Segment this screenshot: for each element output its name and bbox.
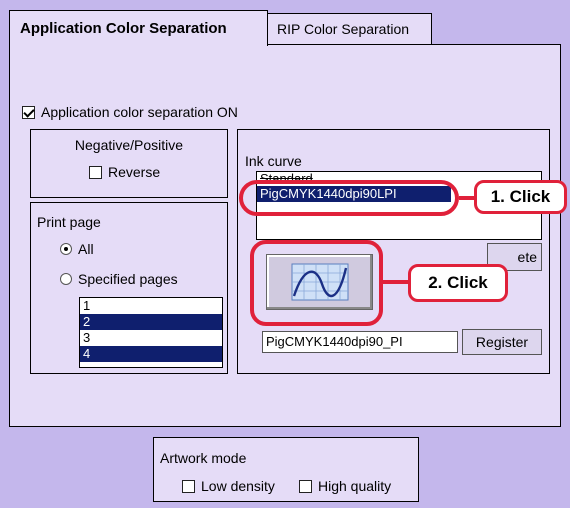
low-density-row: Low density bbox=[182, 478, 275, 494]
tab-label: RIP Color Separation bbox=[277, 21, 410, 37]
high-quality-label: High quality bbox=[318, 478, 392, 494]
artwork-mode-title: Artwork mode bbox=[160, 450, 247, 466]
reverse-checkbox[interactable] bbox=[89, 165, 102, 179]
high-quality-row: High quality bbox=[299, 478, 391, 494]
tab-application-color-separation[interactable]: Application Color Separation bbox=[9, 10, 268, 46]
separation-on-label: Application color separation ON bbox=[41, 104, 238, 120]
reverse-label: Reverse bbox=[108, 164, 161, 180]
specified-radio-row: Specified pages bbox=[60, 271, 178, 287]
page-list-item[interactable]: 1 bbox=[80, 298, 222, 314]
page-list-item[interactable]: 3 bbox=[80, 330, 222, 346]
tab-label: Application Color Separation bbox=[20, 20, 227, 37]
separation-on-checkbox[interactable] bbox=[22, 105, 35, 119]
negative-positive-group: Negative/Positive Reverse bbox=[30, 129, 228, 198]
callout-connector-2 bbox=[383, 280, 411, 284]
separation-on-row: Application color separation ON bbox=[22, 104, 238, 120]
specified-pages-radio[interactable] bbox=[60, 273, 72, 285]
highlight-ring-ink-curve bbox=[239, 180, 459, 216]
tab-rip-color-separation[interactable]: RIP Color Separation bbox=[266, 13, 432, 44]
all-radio[interactable] bbox=[60, 243, 72, 255]
pages-listbox[interactable]: 1 2 3 4 bbox=[79, 297, 223, 368]
low-density-label: Low density bbox=[201, 478, 275, 494]
all-radio-label: All bbox=[78, 241, 94, 257]
curve-name-input[interactable]: PigCMYK1440dpi90_PI bbox=[262, 331, 458, 353]
page-list-item[interactable]: 2 bbox=[80, 314, 222, 330]
highlight-ring-curve-button bbox=[250, 240, 383, 326]
register-button[interactable]: Register bbox=[462, 329, 542, 355]
print-page-title: Print page bbox=[37, 214, 101, 230]
low-density-checkbox[interactable] bbox=[182, 479, 195, 493]
print-page-group: Print page All Specified pages 1 2 3 4 bbox=[30, 202, 228, 374]
negative-positive-title: Negative/Positive bbox=[74, 137, 184, 153]
specified-pages-label: Specified pages bbox=[78, 271, 178, 287]
callout-click-2: 2. Click bbox=[408, 264, 508, 302]
settings-panel: Application color separation ON Negative… bbox=[9, 44, 561, 427]
all-radio-row: All bbox=[60, 241, 94, 257]
page-list-item[interactable]: 4 bbox=[80, 346, 222, 362]
reverse-row: Reverse bbox=[89, 164, 160, 180]
callout-click-1: 1. Click bbox=[474, 180, 567, 214]
artwork-mode-group: Artwork mode Low density High quality bbox=[153, 437, 419, 502]
high-quality-checkbox[interactable] bbox=[299, 479, 312, 493]
ink-curve-title: Ink curve bbox=[245, 153, 302, 169]
